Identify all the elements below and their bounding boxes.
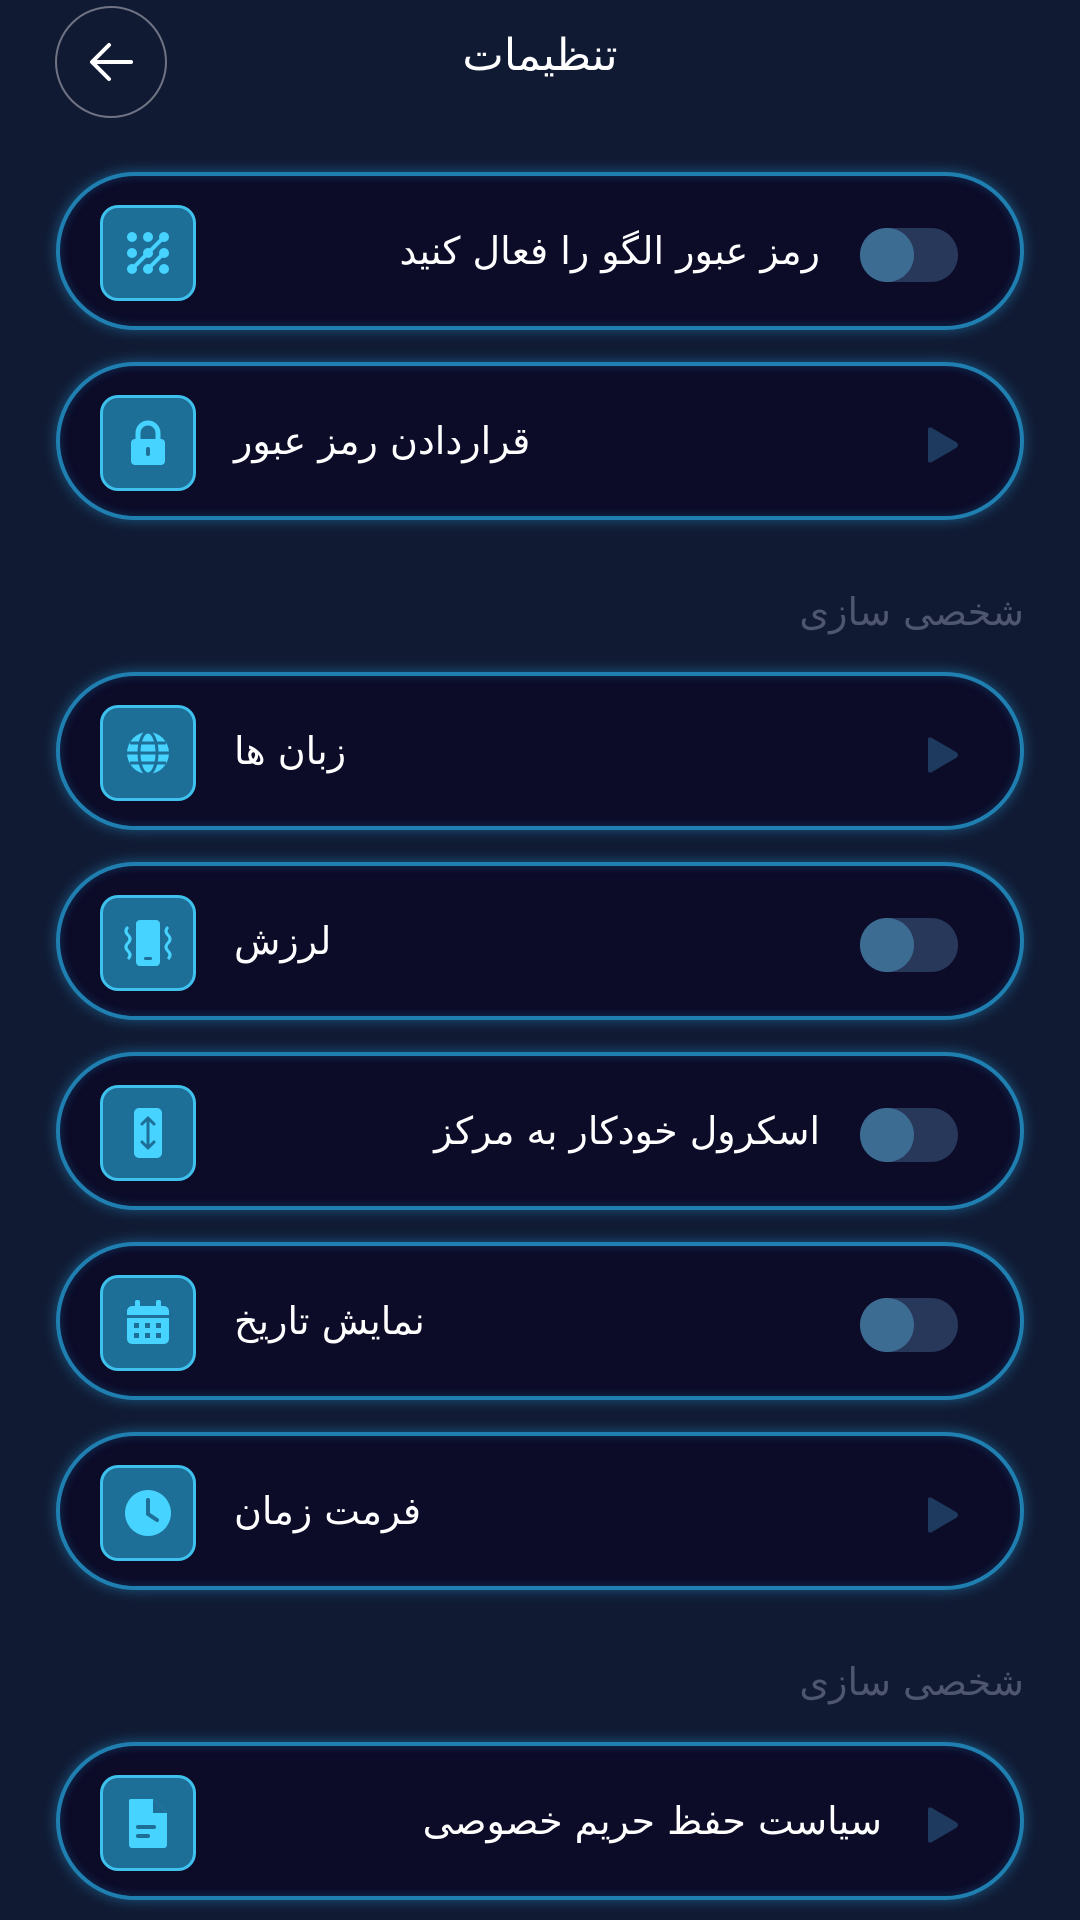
chevron-right-icon [928,1807,958,1843]
header: تنظیمات [0,0,1080,130]
setting-label: اسکرول خودکار به مرکز [434,1109,820,1153]
calendar-icon [100,1275,196,1371]
pattern-icon [100,205,196,301]
toggle-knob [860,918,914,972]
scroll-vertical-icon [100,1085,196,1181]
setting-show-date[interactable]: نمایش تاریخ [56,1242,1024,1400]
clock-icon [100,1465,196,1561]
setting-privacy-policy[interactable]: سیاست حفظ حریم خصوصی [56,1742,1024,1900]
chevron-right-icon [928,737,958,773]
toggle-switch[interactable] [860,918,958,972]
toggle-knob [860,1298,914,1352]
setting-label: رمز عبور الگو را فعال کنید [399,229,820,273]
toggle-switch[interactable] [860,1298,958,1352]
section-title: شخصی سازی [799,1660,1024,1704]
setting-auto-scroll[interactable]: اسکرول خودکار به مرکز [56,1052,1024,1210]
setting-label: زبان ها [234,729,347,773]
vibrate-icon [100,895,196,991]
setting-label: نمایش تاریخ [234,1299,425,1343]
globe-icon [100,705,196,801]
lock-icon [100,395,196,491]
setting-vibration[interactable]: لرزش [56,862,1024,1020]
toggle-switch[interactable] [860,1108,958,1162]
setting-time-format[interactable]: فرمت زمان [56,1432,1024,1590]
setting-label: لرزش [234,919,332,963]
setting-set-password[interactable]: قراردادن رمز عبور [56,362,1024,520]
document-icon [100,1775,196,1871]
chevron-right-icon [928,427,958,463]
toggle-knob [860,228,914,282]
toggle-switch[interactable] [860,228,958,282]
setting-label: قراردادن رمز عبور [234,419,531,463]
section-title: شخصی سازی [799,590,1024,634]
chevron-right-icon [928,1497,958,1533]
setting-pattern-password[interactable]: رمز عبور الگو را فعال کنید [56,172,1024,330]
setting-label: سیاست حفظ حریم خصوصی [422,1799,882,1843]
toggle-knob [860,1108,914,1162]
page-title: تنظیمات [462,30,618,81]
setting-languages[interactable]: زبان ها [56,672,1024,830]
setting-label: فرمت زمان [234,1489,422,1533]
